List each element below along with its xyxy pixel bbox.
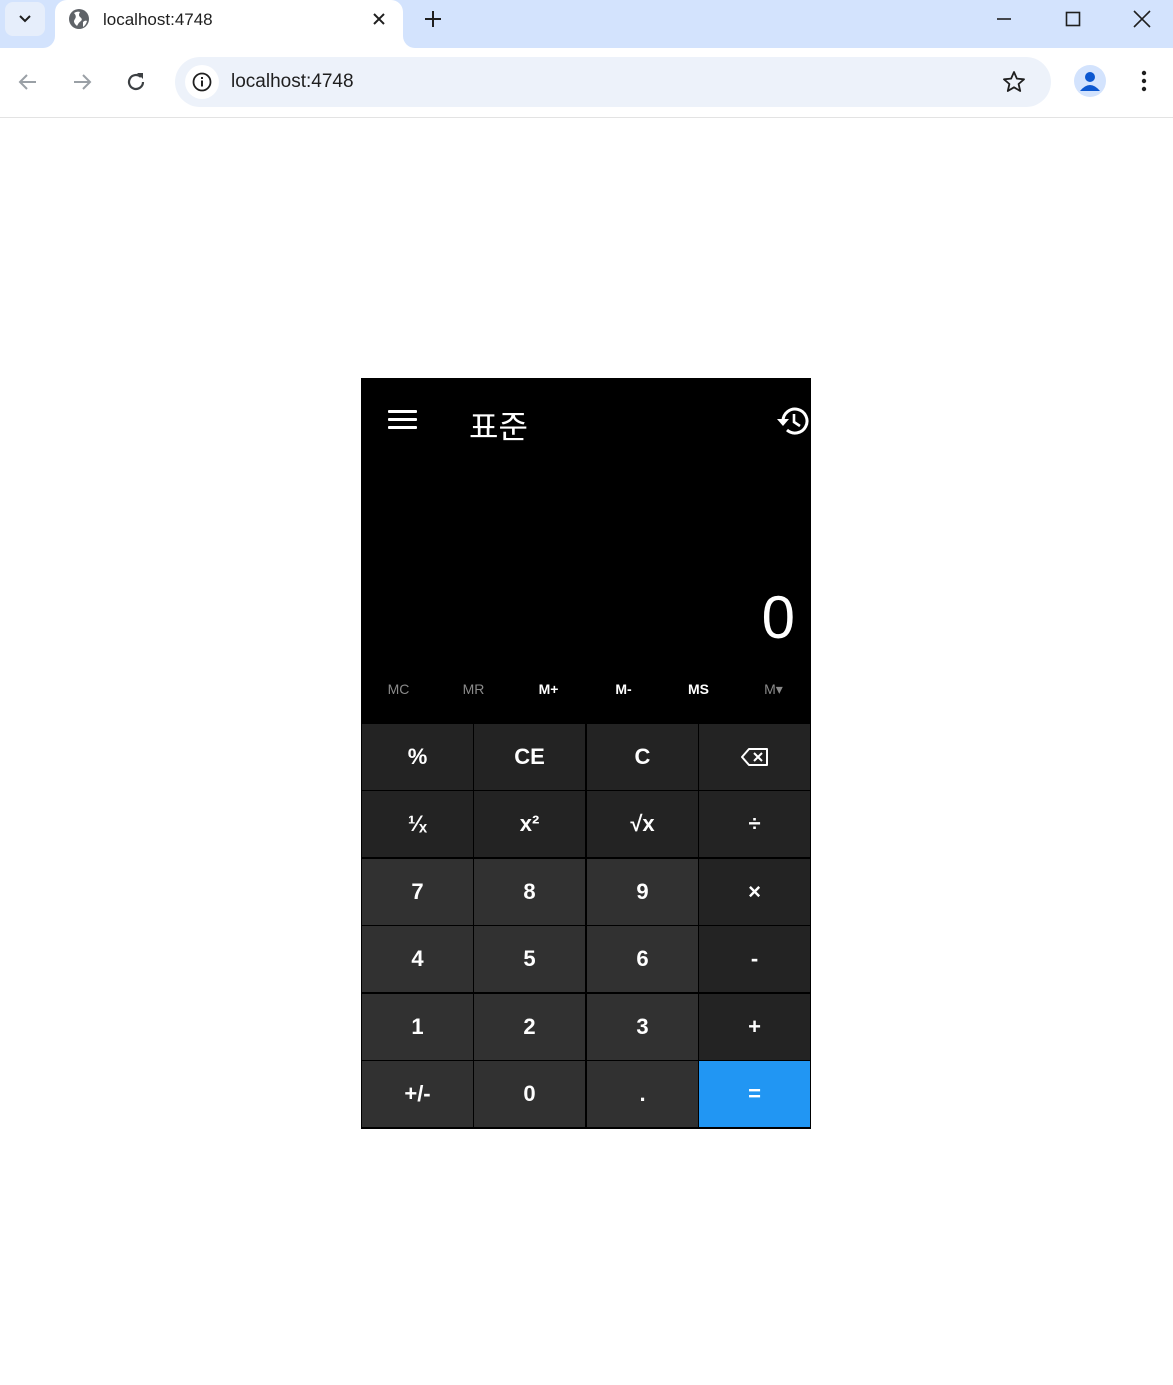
site-info-button[interactable] bbox=[185, 65, 219, 99]
browser-tab[interactable]: localhost:4748 bbox=[55, 0, 403, 48]
clear-button[interactable]: C bbox=[587, 724, 698, 790]
multiply-button[interactable]: × bbox=[699, 859, 810, 925]
maximize-icon bbox=[1065, 11, 1081, 27]
url-text: localhost:4748 bbox=[231, 71, 354, 92]
decimal-button[interactable]: . bbox=[587, 1061, 698, 1127]
square-root-button[interactable]: √x bbox=[587, 791, 698, 857]
browser-tabstrip: localhost:4748 bbox=[0, 0, 1173, 48]
arrow-right-icon bbox=[74, 74, 92, 90]
minimize-button[interactable] bbox=[970, 0, 1038, 38]
equals-button[interactable]: = bbox=[699, 1061, 810, 1127]
digit-2-button[interactable]: 2 bbox=[474, 994, 585, 1060]
plus-button[interactable]: + bbox=[699, 994, 810, 1060]
info-icon bbox=[192, 72, 212, 92]
memory-clear-button[interactable]: MC bbox=[361, 674, 436, 704]
plus-icon bbox=[425, 11, 441, 27]
divide-button[interactable]: ÷ bbox=[699, 791, 810, 857]
chevron-down-icon bbox=[19, 15, 31, 23]
percent-button[interactable]: % bbox=[362, 724, 473, 790]
maximize-button[interactable] bbox=[1039, 0, 1107, 38]
minus-button[interactable]: - bbox=[699, 926, 810, 992]
more-menu-icon[interactable] bbox=[1130, 65, 1158, 97]
memory-list-button[interactable]: M▾ bbox=[736, 674, 811, 704]
reload-button[interactable] bbox=[118, 64, 154, 100]
browser-toolbar: localhost:4748 bbox=[0, 48, 1173, 118]
bookmark-star-icon[interactable] bbox=[1000, 68, 1028, 96]
memory-add-button[interactable]: M+ bbox=[511, 674, 586, 704]
back-button[interactable] bbox=[10, 64, 46, 100]
digit-9-button[interactable]: 9 bbox=[587, 859, 698, 925]
calculator-header: 표준 bbox=[361, 378, 811, 468]
tab-search-button[interactable] bbox=[5, 2, 45, 36]
tab-title: localhost:4748 bbox=[103, 10, 213, 29]
digit-0-button[interactable]: 0 bbox=[474, 1061, 585, 1127]
keypad: % CE C ¹⁄ₓ x² √x ÷ 7 8 9 × 4 5 6 - 1 2 3… bbox=[361, 723, 811, 1129]
digit-4-button[interactable]: 4 bbox=[362, 926, 473, 992]
memory-row: MC MR M+ M- MS M▾ bbox=[361, 674, 811, 704]
profile-avatar-icon[interactable] bbox=[1074, 65, 1106, 97]
history-icon[interactable] bbox=[774, 404, 810, 438]
digit-8-button[interactable]: 8 bbox=[474, 859, 585, 925]
close-tab-icon[interactable] bbox=[367, 7, 391, 31]
reload-icon bbox=[127, 73, 145, 91]
hamburger-menu-icon[interactable] bbox=[387, 409, 419, 431]
memory-recall-button[interactable]: MR bbox=[436, 674, 511, 704]
negate-button[interactable]: +/- bbox=[362, 1061, 473, 1127]
forward-button[interactable] bbox=[64, 64, 100, 100]
backspace-button[interactable] bbox=[699, 724, 810, 790]
globe-icon bbox=[69, 9, 89, 29]
backspace-icon bbox=[740, 748, 768, 766]
digit-3-button[interactable]: 3 bbox=[587, 994, 698, 1060]
digit-1-button[interactable]: 1 bbox=[362, 994, 473, 1060]
result-display: 0 bbox=[761, 584, 795, 651]
new-tab-button[interactable] bbox=[420, 6, 446, 32]
digit-6-button[interactable]: 6 bbox=[587, 926, 698, 992]
memory-subtract-button[interactable]: M- bbox=[586, 674, 661, 704]
clear-entry-button[interactable]: CE bbox=[474, 724, 585, 790]
memory-store-button[interactable]: MS bbox=[661, 674, 736, 704]
digit-7-button[interactable]: 7 bbox=[362, 859, 473, 925]
square-button[interactable]: x² bbox=[474, 791, 585, 857]
address-bar[interactable]: localhost:4748 bbox=[175, 57, 1051, 107]
minimize-icon bbox=[997, 18, 1011, 20]
calculator: 표준 0 MC MR M+ M- MS M▾ % CE C ¹⁄ₓ x² √x … bbox=[361, 378, 811, 1129]
digit-5-button[interactable]: 5 bbox=[474, 926, 585, 992]
mode-title: 표준 bbox=[469, 408, 528, 446]
close-window-button[interactable] bbox=[1108, 0, 1173, 38]
arrow-left-icon bbox=[18, 74, 36, 90]
reciprocal-button[interactable]: ¹⁄ₓ bbox=[362, 791, 473, 857]
close-icon bbox=[1133, 10, 1151, 28]
